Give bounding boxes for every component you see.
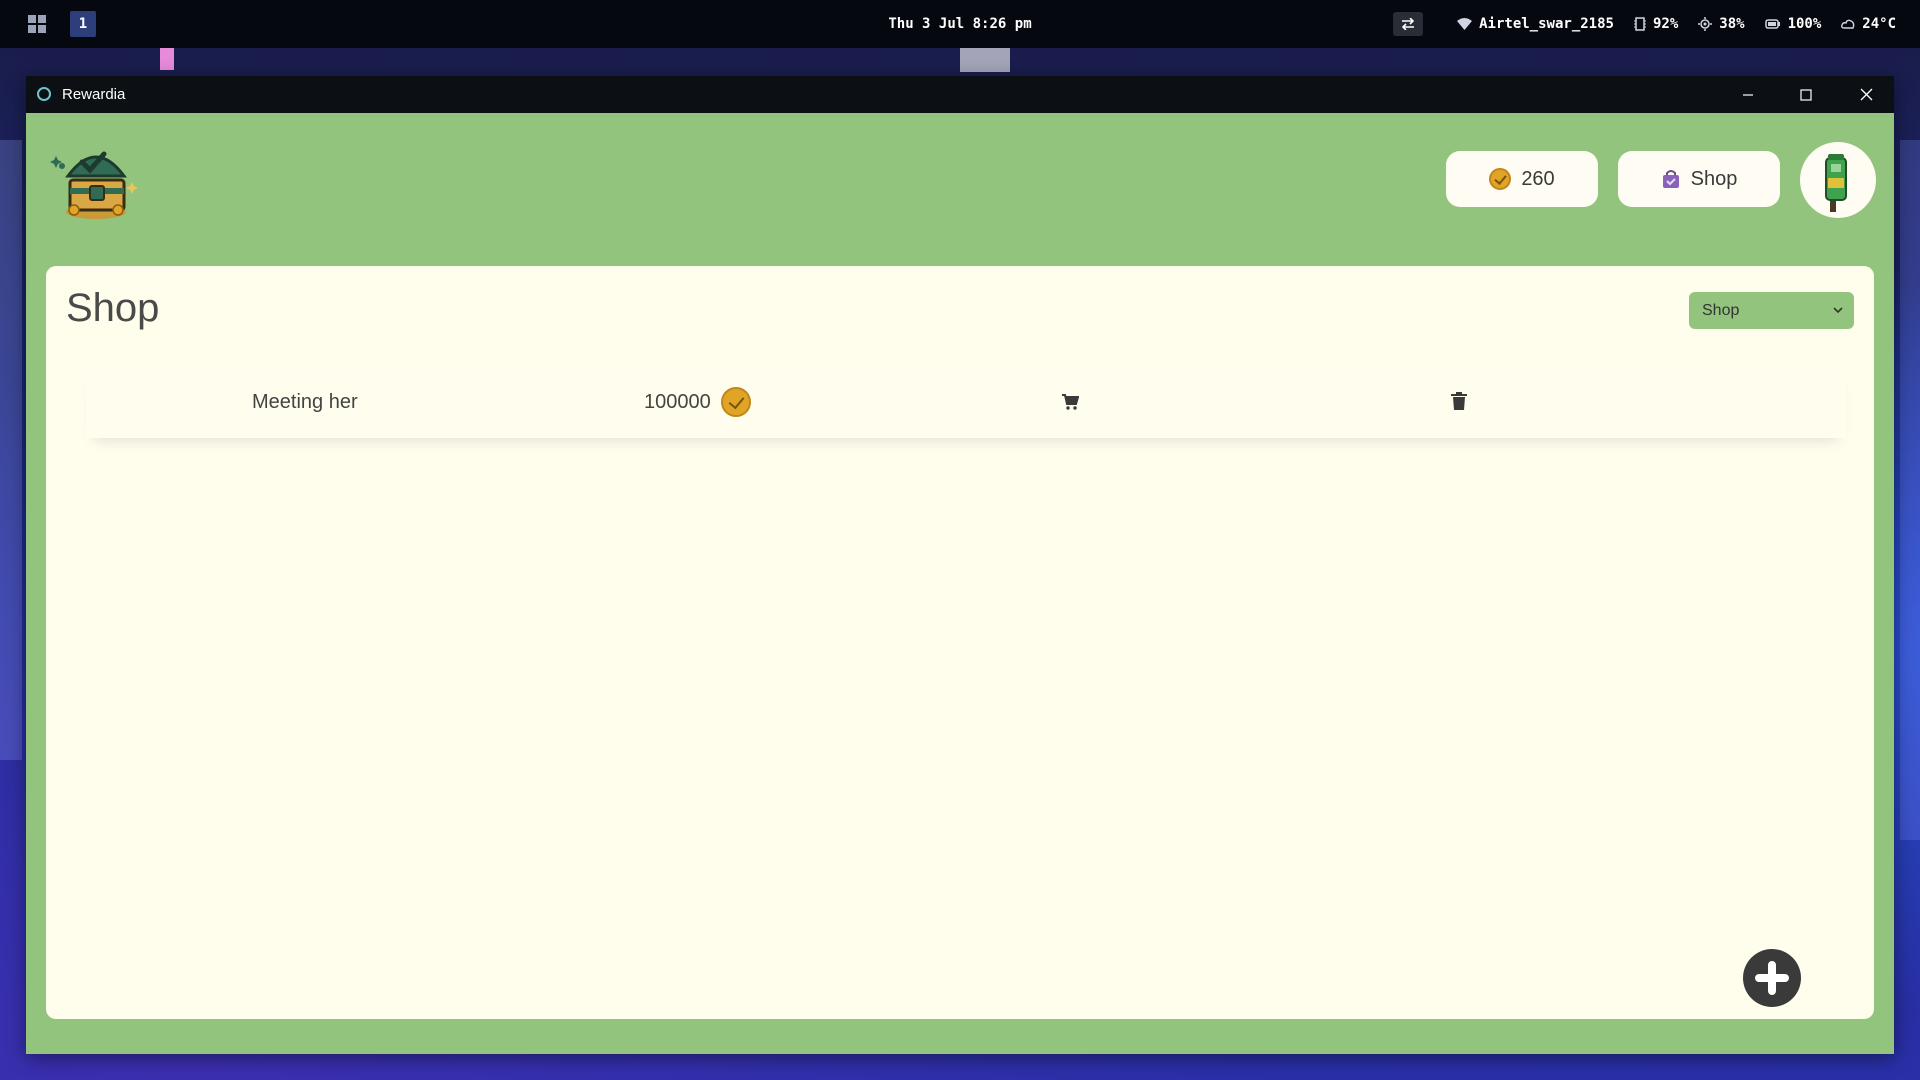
memory-icon — [1633, 17, 1646, 31]
page-title: Shop — [66, 286, 160, 330]
chevron-down-icon — [1832, 292, 1844, 344]
cpu-value: 38% — [1719, 16, 1745, 32]
memory-status[interactable]: 92% — [1633, 16, 1679, 32]
maximize-icon — [1800, 88, 1812, 101]
close-button[interactable] — [1838, 76, 1894, 113]
cart-icon[interactable] — [1061, 393, 1079, 411]
shop-button-label: Shop — [1690, 167, 1738, 190]
close-icon — [1860, 88, 1872, 101]
minimize-button[interactable] — [1720, 76, 1776, 113]
category-select[interactable]: Shop — [1689, 292, 1854, 329]
treasure-chest-icon — [50, 151, 138, 219]
shop-panel: Shop Shop Meeting her 100000 — [46, 266, 1874, 1019]
shop-item-row: Meeting her 100000 — [86, 366, 1846, 438]
wallpaper-streak — [160, 48, 174, 70]
system-taskbar: 1 Thu 3 Jul 8:26 pm Airtel_swar_2185 92%… — [0, 0, 1920, 48]
item-price: 100000 — [644, 366, 751, 438]
category-select-value: Shop — [1702, 302, 1740, 319]
coin-balance: 260 — [1521, 167, 1555, 190]
cpu-icon — [1698, 17, 1713, 31]
coin-balance-button[interactable]: 260 — [1446, 151, 1598, 207]
maximize-button[interactable] — [1778, 76, 1834, 113]
app-logo[interactable] — [48, 136, 140, 222]
wifi-icon — [1457, 18, 1473, 30]
coin-icon — [720, 387, 751, 417]
app-icon — [37, 87, 51, 101]
wifi-name: Airtel_swar_2185 — [1479, 16, 1614, 32]
battery-icon — [1764, 19, 1780, 29]
battery-value: 100% — [1787, 16, 1822, 32]
avatar[interactable] — [1800, 142, 1876, 218]
wallpaper-streak — [0, 140, 22, 760]
window-title: Rewardia — [62, 86, 126, 103]
add-item-button[interactable] — [1743, 949, 1801, 1007]
cpu-status[interactable]: 38% — [1698, 16, 1745, 32]
shop-button[interactable]: Shop — [1618, 151, 1780, 207]
minimize-icon — [1743, 93, 1753, 96]
wallpaper-streak — [1900, 140, 1920, 840]
window-titlebar[interactable]: Rewardia — [26, 76, 1894, 113]
trash-icon[interactable] — [1451, 392, 1467, 410]
wifi-status[interactable]: Airtel_swar_2185 — [1457, 16, 1614, 32]
weather-status[interactable]: 24°C — [1841, 16, 1896, 32]
wallpaper-streak — [960, 48, 1010, 72]
memory-value: 92% — [1652, 16, 1679, 32]
weather-icon — [1841, 19, 1855, 29]
item-price-value: 100000 — [644, 390, 711, 413]
swap-icon[interactable] — [1393, 12, 1424, 36]
shopping-bag-icon — [1662, 170, 1679, 188]
battery-status[interactable]: 100% — [1764, 16, 1822, 32]
item-name: Meeting her — [252, 391, 358, 413]
app-window: Rewardia 260 Shop Shop Shop Meeting her … — [26, 76, 1894, 1054]
avatar-image — [1825, 154, 1847, 212]
plus-icon — [1755, 961, 1789, 995]
temperature-value: 24°C — [1862, 16, 1896, 32]
coin-icon — [1489, 168, 1512, 190]
